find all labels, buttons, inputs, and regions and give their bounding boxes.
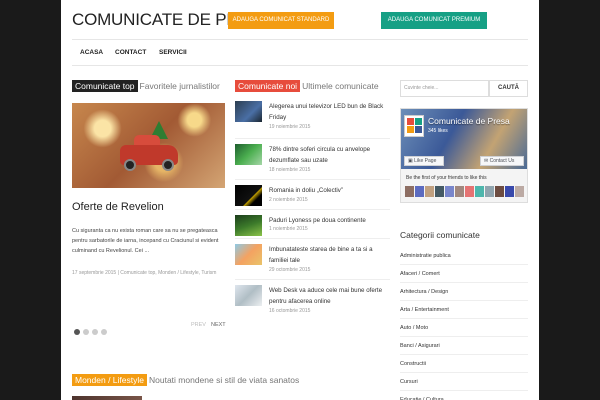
featured-image[interactable] xyxy=(72,103,225,188)
facebook-likes-count: 345 likes xyxy=(428,128,448,134)
avatar[interactable] xyxy=(425,186,434,197)
category-link[interactable]: Cursuri xyxy=(400,373,528,391)
category-link[interactable]: Auto / Moto xyxy=(400,319,528,337)
avatar[interactable] xyxy=(475,186,484,197)
featured-section-heading: Comunicate top Favoritele jurnalistilor xyxy=(72,80,220,92)
featured-post-excerpt: Cu siguranta ca nu exista roman care sa … xyxy=(72,228,219,254)
slider-dot[interactable] xyxy=(101,329,107,335)
nav-servicii[interactable]: SERVICII xyxy=(159,49,187,56)
news-item-title[interactable]: Romania in doliu „Colectiv” xyxy=(269,185,389,196)
category-link[interactable]: Arta / Entertainment xyxy=(400,301,528,319)
slider-next-button[interactable]: NEXT xyxy=(211,322,226,328)
news-item-title[interactable]: 78% dintre soferi circula cu anvelope de… xyxy=(269,144,389,166)
lifestyle-subtitle: Noutati mondene si stil de viata sanatos xyxy=(148,375,300,385)
news-item-date: 18 noiembrie 2015 xyxy=(269,167,311,173)
main-nav: ACASA CONTACT SERVICII xyxy=(72,39,528,66)
news-item[interactable]: 78% dintre soferi circula cu anvelope de… xyxy=(235,140,390,180)
facebook-page-name[interactable]: Comunicate de Presa xyxy=(428,116,510,126)
news-item-date: 2 noiembrie 2015 xyxy=(269,197,308,203)
news-item-date: 16 octombrie 2015 xyxy=(269,308,311,314)
news-item-title[interactable]: Paduri Lyoness pe doua continente xyxy=(269,215,389,226)
featured-post-meta: 17 septembrie 2015 | Comunicate top, Mon… xyxy=(72,270,217,276)
category-link[interactable]: Educatie / Cultura xyxy=(400,391,528,400)
news-section-heading: Comunicate noi Ultimele comunicate xyxy=(235,80,379,92)
facebook-contact-label: Contact Us xyxy=(489,158,515,164)
news-thumbnail[interactable] xyxy=(235,144,262,165)
news-list: Alegerea unui televizor LED bun de Black… xyxy=(235,97,390,322)
news-item-title[interactable]: Web Desk va aduce cele mai bune oferte p… xyxy=(269,285,389,307)
news-item-title[interactable]: Alegerea unui televizor LED bun de Black… xyxy=(269,101,389,123)
slider-prev-button[interactable]: PREV xyxy=(191,322,206,328)
news-item-date: 19 noiembrie 2015 xyxy=(269,124,311,130)
news-thumbnail[interactable] xyxy=(235,285,262,306)
avatar[interactable] xyxy=(505,186,514,197)
news-item[interactable]: Web Desk va aduce cele mai bune oferte p… xyxy=(235,281,390,321)
slider-dots xyxy=(74,322,110,340)
add-premium-release-button[interactable]: ADAUGA COMUNICAT PREMIUM xyxy=(381,12,487,29)
slider-dot[interactable] xyxy=(92,329,98,335)
search-button[interactable]: CAUTĂ xyxy=(489,80,528,97)
nav-contact[interactable]: CONTACT xyxy=(115,49,146,56)
featured-post-title[interactable]: Oferte de Revelion xyxy=(72,201,164,213)
avatar[interactable] xyxy=(485,186,494,197)
category-link[interactable]: Constructii xyxy=(400,355,528,373)
news-item-title[interactable]: Imbunatateste starea de bine a ta si a f… xyxy=(269,244,389,266)
avatar[interactable] xyxy=(515,186,524,197)
categories-list: Administratie publica Afaceri / Comert A… xyxy=(400,247,528,400)
page: COMUNICATE DE PRESA ADAUGA COMUNICAT STA… xyxy=(61,0,539,400)
nav-acasa[interactable]: ACASA xyxy=(80,49,103,56)
avatar[interactable] xyxy=(455,186,464,197)
featured-tag[interactable]: Comunicate top xyxy=(72,80,138,92)
facebook-page-widget: Comunicate de Presa 345 likes ▣ Like Pag… xyxy=(400,108,528,203)
news-tag[interactable]: Comunicate noi xyxy=(235,80,301,92)
wheel-shape xyxy=(162,159,174,171)
news-item[interactable]: Paduri Lyoness pe doua continente 1 noie… xyxy=(235,211,390,239)
news-subtitle: Ultimele comunicate xyxy=(302,81,379,91)
avatar[interactable] xyxy=(445,186,454,197)
news-thumbnail[interactable] xyxy=(235,101,262,122)
news-item-date: 29 octombrie 2015 xyxy=(269,267,311,273)
news-thumbnail[interactable] xyxy=(235,215,262,236)
facebook-like-button[interactable]: ▣ Like Page xyxy=(404,156,444,166)
avatar[interactable] xyxy=(405,186,414,197)
avatar[interactable] xyxy=(435,186,444,197)
slider-dot[interactable] xyxy=(74,329,80,335)
news-thumbnail[interactable] xyxy=(235,244,262,265)
facebook-contact-button[interactable]: ✉ Contact Us xyxy=(480,156,524,166)
news-thumbnail[interactable] xyxy=(235,185,262,206)
news-item[interactable]: Romania in doliu „Colectiv” 2 noiembrie … xyxy=(235,181,390,210)
category-link[interactable]: Banci / Asigurari xyxy=(400,337,528,355)
facebook-like-label: Like Page xyxy=(414,158,437,164)
wheel-shape xyxy=(124,159,136,171)
news-item[interactable]: Imbunatateste starea de bine a ta si a f… xyxy=(235,240,390,280)
facebook-friend-avatars xyxy=(405,184,525,202)
page-logo[interactable] xyxy=(404,115,424,137)
avatar[interactable] xyxy=(465,186,474,197)
avatar[interactable] xyxy=(415,186,424,197)
search-input[interactable]: Cuvinte cheie... xyxy=(400,80,489,97)
category-link[interactable]: Administratie publica xyxy=(400,247,528,265)
categories-title: Categorii comunicate xyxy=(400,230,480,240)
lifestyle-section-heading: Monden / Lifestyle Noutati mondene si sti… xyxy=(72,374,299,386)
featured-subtitle: Favoritele jurnalistilor xyxy=(139,81,220,91)
news-item[interactable]: Alegerea unui televizor LED bun de Black… xyxy=(235,97,390,139)
news-item-date: 1 noiembrie 2015 xyxy=(269,226,308,232)
category-link[interactable]: Afaceri / Comert xyxy=(400,265,528,283)
facebook-cover-image[interactable]: Comunicate de Presa 345 likes ▣ Like Pag… xyxy=(401,109,527,169)
category-link[interactable]: Arhitectura / Design xyxy=(400,283,528,301)
slider-dot[interactable] xyxy=(83,329,89,335)
lifestyle-thumbnail[interactable] xyxy=(72,396,142,400)
lifestyle-tag[interactable]: Monden / Lifestyle xyxy=(72,374,147,386)
avatar[interactable] xyxy=(495,186,504,197)
facebook-friends-text: Be the first of your friends to like thi… xyxy=(406,175,487,181)
add-standard-release-button[interactable]: ADAUGA COMUNICAT STANDARD xyxy=(228,12,334,29)
